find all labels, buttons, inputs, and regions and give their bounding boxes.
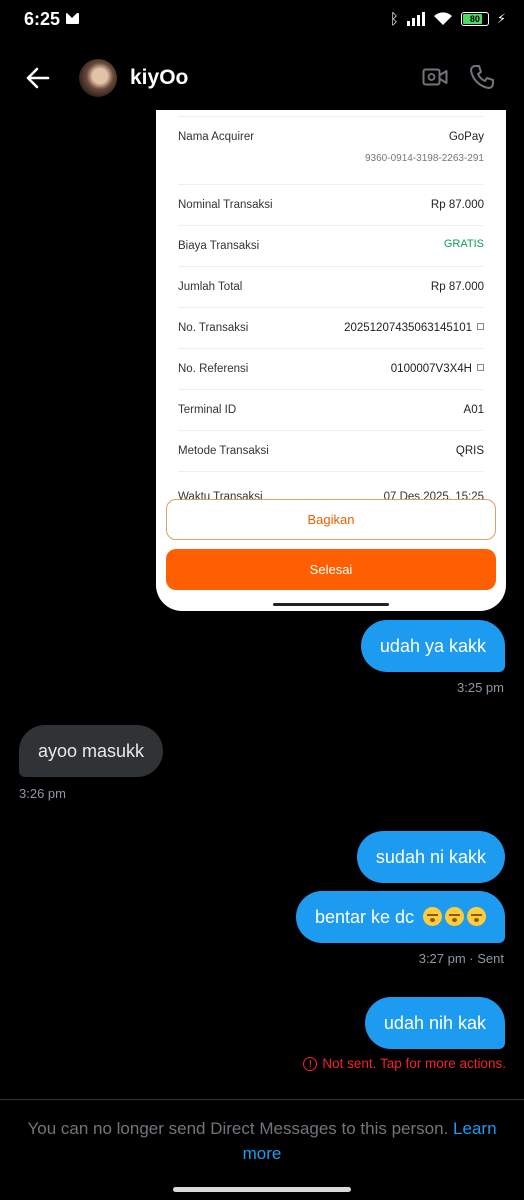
status-icons: ᛒ 80 ⚡ bbox=[390, 10, 506, 28]
back-arrow-icon[interactable] bbox=[22, 64, 52, 92]
received-message[interactable]: ayoo masukk bbox=[19, 725, 164, 777]
sent-message[interactable]: sudah ni kakk bbox=[356, 831, 505, 883]
emoji-group bbox=[420, 906, 486, 928]
row-value: GRATIS bbox=[443, 238, 484, 250]
bluetooth-icon: ᛒ bbox=[389, 10, 399, 28]
crying-emoji bbox=[423, 906, 442, 926]
row-label: No. Referensi bbox=[178, 363, 249, 375]
receipt-row: Jumlah Total Rp 87.000 bbox=[178, 267, 484, 308]
row-value: 20251207435063145101 bbox=[344, 322, 472, 334]
row-value: GoPay bbox=[448, 131, 484, 143]
dm-restricted-note: You can no longer send Direct Messages t… bbox=[20, 1116, 504, 1166]
receipt-row: Biaya Transaksi GRATIS bbox=[178, 226, 484, 267]
status-time: 6:25 bbox=[24, 9, 61, 29]
row-label: Terminal ID bbox=[178, 404, 237, 416]
footer-divider bbox=[0, 1099, 524, 1100]
copy-icon bbox=[477, 323, 484, 330]
receipt-row: No. Transaksi 20251207435063145101 bbox=[178, 308, 484, 349]
message-text: bentar ke dc bbox=[314, 906, 414, 927]
share-button: Bagikan bbox=[166, 499, 496, 540]
row-label: Metode Transaksi bbox=[178, 445, 269, 457]
message-timestamp: 3:26 pm bbox=[19, 786, 66, 801]
phone-call-icon[interactable] bbox=[469, 64, 495, 90]
row-value-wrap: 20251207435063145101 bbox=[344, 322, 484, 334]
battery-icon: 80 bbox=[460, 12, 489, 26]
mail-icon bbox=[66, 13, 79, 24]
gesture-bar bbox=[173, 1187, 351, 1192]
failed-message[interactable]: udah nih kak bbox=[364, 997, 505, 1049]
copy-icon bbox=[477, 364, 484, 371]
receipt-row: Nominal Transaksi Rp 87.000 bbox=[178, 185, 484, 226]
conversation-header: kiyOo bbox=[0, 50, 524, 106]
video-call-icon[interactable] bbox=[422, 66, 448, 88]
receipt-row: Metode Transaksi QRIS bbox=[178, 431, 484, 472]
done-button: Selesai bbox=[166, 549, 496, 590]
dm-restricted-text: You can no longer send Direct Messages t… bbox=[27, 1119, 449, 1138]
receipt-home-indicator bbox=[273, 603, 389, 606]
contact-name[interactable]: kiyOo bbox=[130, 66, 188, 90]
row-label: Nama Acquirer bbox=[178, 131, 255, 143]
row-label: No. Transaksi bbox=[178, 322, 249, 334]
row-label: Jumlah Total bbox=[178, 281, 243, 293]
wifi-icon bbox=[433, 12, 452, 25]
battery-level: 80 bbox=[469, 14, 480, 24]
row-value: Rp 87.000 bbox=[430, 281, 484, 293]
crying-emoji bbox=[445, 906, 464, 926]
message-timestamp: 3:25 pm bbox=[457, 680, 504, 695]
send-error[interactable]: ! Not sent. Tap for more actions. bbox=[303, 1056, 506, 1071]
row-label: Nominal Transaksi bbox=[178, 199, 273, 211]
receipt-image-message[interactable]: Nama Acquirer GoPay 9360-0914-3198-2263-… bbox=[156, 110, 506, 611]
charging-icon: ⚡ bbox=[496, 11, 506, 26]
send-error-text: Not sent. Tap for more actions. bbox=[322, 1056, 506, 1071]
row-label: Biaya Transaksi bbox=[178, 240, 260, 252]
receipt-row-partial: Waktu Transaksi 07 Des 2025, 15:25 bbox=[178, 481, 484, 501]
sent-message[interactable]: bentar ke dc bbox=[295, 891, 505, 943]
row-value-wrap: 0100007V3X4H bbox=[391, 363, 484, 375]
receipt-row: Terminal ID A01 bbox=[178, 390, 484, 431]
error-icon: ! bbox=[303, 1056, 318, 1071]
receipt-row: Nama Acquirer GoPay 9360-0914-3198-2263-… bbox=[178, 117, 484, 185]
row-value: 0100007V3X4H bbox=[390, 363, 472, 375]
avatar[interactable] bbox=[79, 59, 117, 97]
row-sub-value: 9360-0914-3198-2263-291 bbox=[365, 153, 484, 164]
row-value: QRIS bbox=[455, 445, 484, 457]
receipt-details: Nama Acquirer GoPay 9360-0914-3198-2263-… bbox=[178, 110, 484, 490]
signal-icon bbox=[406, 12, 425, 26]
sent-message[interactable]: udah ya kakk bbox=[360, 620, 505, 672]
row-value: A01 bbox=[463, 404, 484, 416]
crying-emoji bbox=[467, 906, 486, 926]
status-bar: 6:25 ᛒ 80 ⚡ bbox=[0, 0, 524, 40]
receipt-row: No. Referensi 0100007V3X4H bbox=[178, 349, 484, 390]
message-status: 3:27 pm · Sent bbox=[418, 951, 504, 966]
row-value: Rp 87.000 bbox=[430, 199, 484, 211]
